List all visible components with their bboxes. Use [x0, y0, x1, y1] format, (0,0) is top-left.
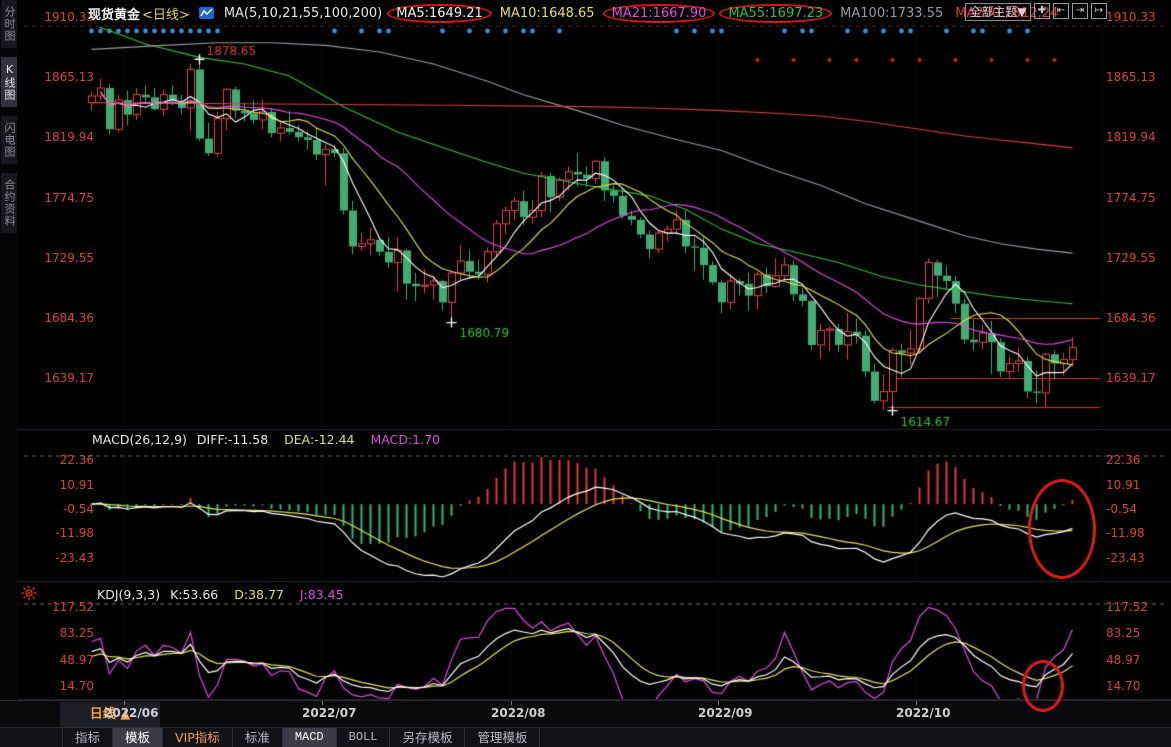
annotation-ellipse-kdj: [1022, 660, 1064, 712]
chart-tool-buttons: ✚⇤⇥↦: [1034, 3, 1107, 19]
date-label-2022/08: 2022/08: [491, 706, 545, 720]
ma-value-label: MA10:1648.65: [500, 6, 595, 21]
axis-label: 22.36: [1106, 453, 1170, 467]
chart-type-sidebar: 分时图 K线图闪电图合约资料: [0, 0, 18, 747]
trading-app-window: 分时图 K线图闪电图合约资料 现货黄金<日线> MA(5,10,21,55,100…: [0, 0, 1171, 747]
axis-label: 10.91: [26, 478, 94, 492]
main-chart-canvas[interactable]: [0, 0, 1171, 747]
annotation-ellipse-macd: [1028, 479, 1096, 579]
date-label-2022/07: 2022/07: [302, 706, 356, 720]
axis-label: 1865.13: [1106, 70, 1170, 84]
theme-select-button[interactable]: 全部主题▼: [965, 3, 1031, 21]
axis-label: -0.54: [1106, 502, 1170, 516]
bottom-toolbar: 指标模板VIP指标标准MACDBOLL另存模板管理模板: [0, 727, 1171, 747]
macd-diff-value: DIFF:-11.58: [197, 432, 268, 447]
chart-header: 现货黄金<日线> MA(5,10,21,55,100,200) MA5:1649…: [88, 3, 1058, 23]
kdj-title: KDJ(9,3,3): [97, 587, 160, 602]
axis-label: 10.91: [1106, 478, 1170, 492]
axis-label: -23.43: [26, 551, 94, 565]
date-axis: 日线 ▲ 2022/062022/072022/082022/092022/10: [0, 700, 1171, 728]
compress-left-icon[interactable]: ⇤: [1053, 3, 1069, 19]
axis-label: 1819.94: [26, 130, 94, 144]
kdj-panel-header: KDJ(9,3,3) K:53.66 D:38.77 J:83.45: [97, 587, 344, 602]
toolbar-item-VIP指标[interactable]: VIP指标: [163, 728, 233, 747]
app-logo-icon: [199, 6, 215, 20]
axis-label: 1639.17: [1106, 371, 1170, 385]
ma-group-label: MA(5,10,21,55,100,200): [224, 6, 382, 21]
axis-label: 1774.75: [1106, 191, 1170, 205]
ma-value-label: MA55:1697.23: [719, 4, 832, 23]
sidebar-tab-分时图[interactable]: 分时图: [1, 0, 17, 48]
compress-right-icon[interactable]: ⇥: [1072, 3, 1088, 19]
axis-label: 1910.33: [26, 10, 94, 24]
shift-right-icon[interactable]: ↦: [1091, 3, 1107, 19]
period-tag: <日线>: [142, 4, 190, 23]
date-tick: [322, 701, 323, 705]
axis-label: 1774.75: [26, 191, 94, 205]
sidebar-tab-合约资料[interactable]: 合约资料: [1, 173, 17, 233]
kdj-d-value: D:38.77: [234, 587, 284, 602]
macd-value: MACD:1.70: [371, 432, 441, 447]
macd-title: MACD(26,12,9): [92, 432, 187, 447]
toolbar-item-MACD[interactable]: MACD: [283, 728, 337, 747]
symbol-name: 现货黄金: [88, 4, 140, 23]
date-label-2022/06: 2022/06: [104, 706, 158, 720]
sun-icon: [21, 585, 37, 605]
ma-value-label: MA21:1667.90: [603, 4, 716, 23]
axis-label: -23.43: [1106, 551, 1170, 565]
axis-label: 83.25: [1106, 626, 1170, 640]
axis-label: 14.70: [26, 679, 94, 693]
axis-label: 1729.55: [1106, 251, 1170, 265]
axis-label: -11.98: [26, 526, 94, 540]
axis-label: -0.54: [26, 502, 94, 516]
axis-label: 14.70: [1106, 679, 1170, 693]
ma-value-label: MA100:1733.55: [840, 6, 943, 21]
axis-label: 1910.33: [1106, 10, 1170, 24]
date-tick: [124, 701, 125, 705]
axis-label: 22.36: [26, 453, 94, 467]
date-label-2022/10: 2022/10: [896, 706, 950, 720]
axis-label: 1729.55: [26, 251, 94, 265]
axis-label: 1684.36: [26, 311, 94, 325]
toolbar-item-管理模板[interactable]: 管理模板: [465, 728, 540, 747]
axis-label: -11.98: [1106, 526, 1170, 540]
axis-label: 1865.13: [26, 70, 94, 84]
toolbar-item-模板[interactable]: 模板: [113, 728, 163, 747]
axis-label: 1819.94: [1106, 130, 1170, 144]
toolbar-item-标准[interactable]: 标准: [233, 728, 283, 747]
sidebar-tab-闪电图[interactable]: 闪电图: [1, 116, 17, 164]
ma-values: MA5:1649.21MA10:1648.65MA21:1667.90MA55:…: [391, 4, 1058, 23]
axis-label: 117.52: [1106, 600, 1170, 614]
axis-label: 1684.36: [1106, 311, 1170, 325]
axis-label: 83.25: [26, 626, 94, 640]
toolbar-item-指标[interactable]: 指标: [62, 728, 113, 747]
axis-label: 48.97: [26, 653, 94, 667]
date-tick: [718, 701, 719, 705]
kdj-j-value: J:83.45: [300, 587, 344, 602]
macd-panel-header: MACD(26,12,9) DIFF:-11.58 DEA:-12.44 MAC…: [92, 432, 440, 447]
crosshair-icon[interactable]: ✚: [1034, 3, 1050, 19]
date-tick: [916, 701, 917, 705]
kdj-k-value: K:53.66: [170, 587, 218, 602]
sidebar-tab-K线图[interactable]: K线图: [1, 57, 17, 107]
ma-value-label: MA5:1649.21: [387, 4, 492, 23]
axis-label: 48.97: [1106, 653, 1170, 667]
macd-dea-value: DEA:-12.44: [284, 432, 354, 447]
toolbar-item-BOLL[interactable]: BOLL: [337, 728, 391, 747]
axis-label: 1639.17: [26, 371, 94, 385]
date-label-2022/09: 2022/09: [698, 706, 752, 720]
toolbar-item-另存模板[interactable]: 另存模板: [390, 728, 465, 747]
date-tick: [511, 701, 512, 705]
